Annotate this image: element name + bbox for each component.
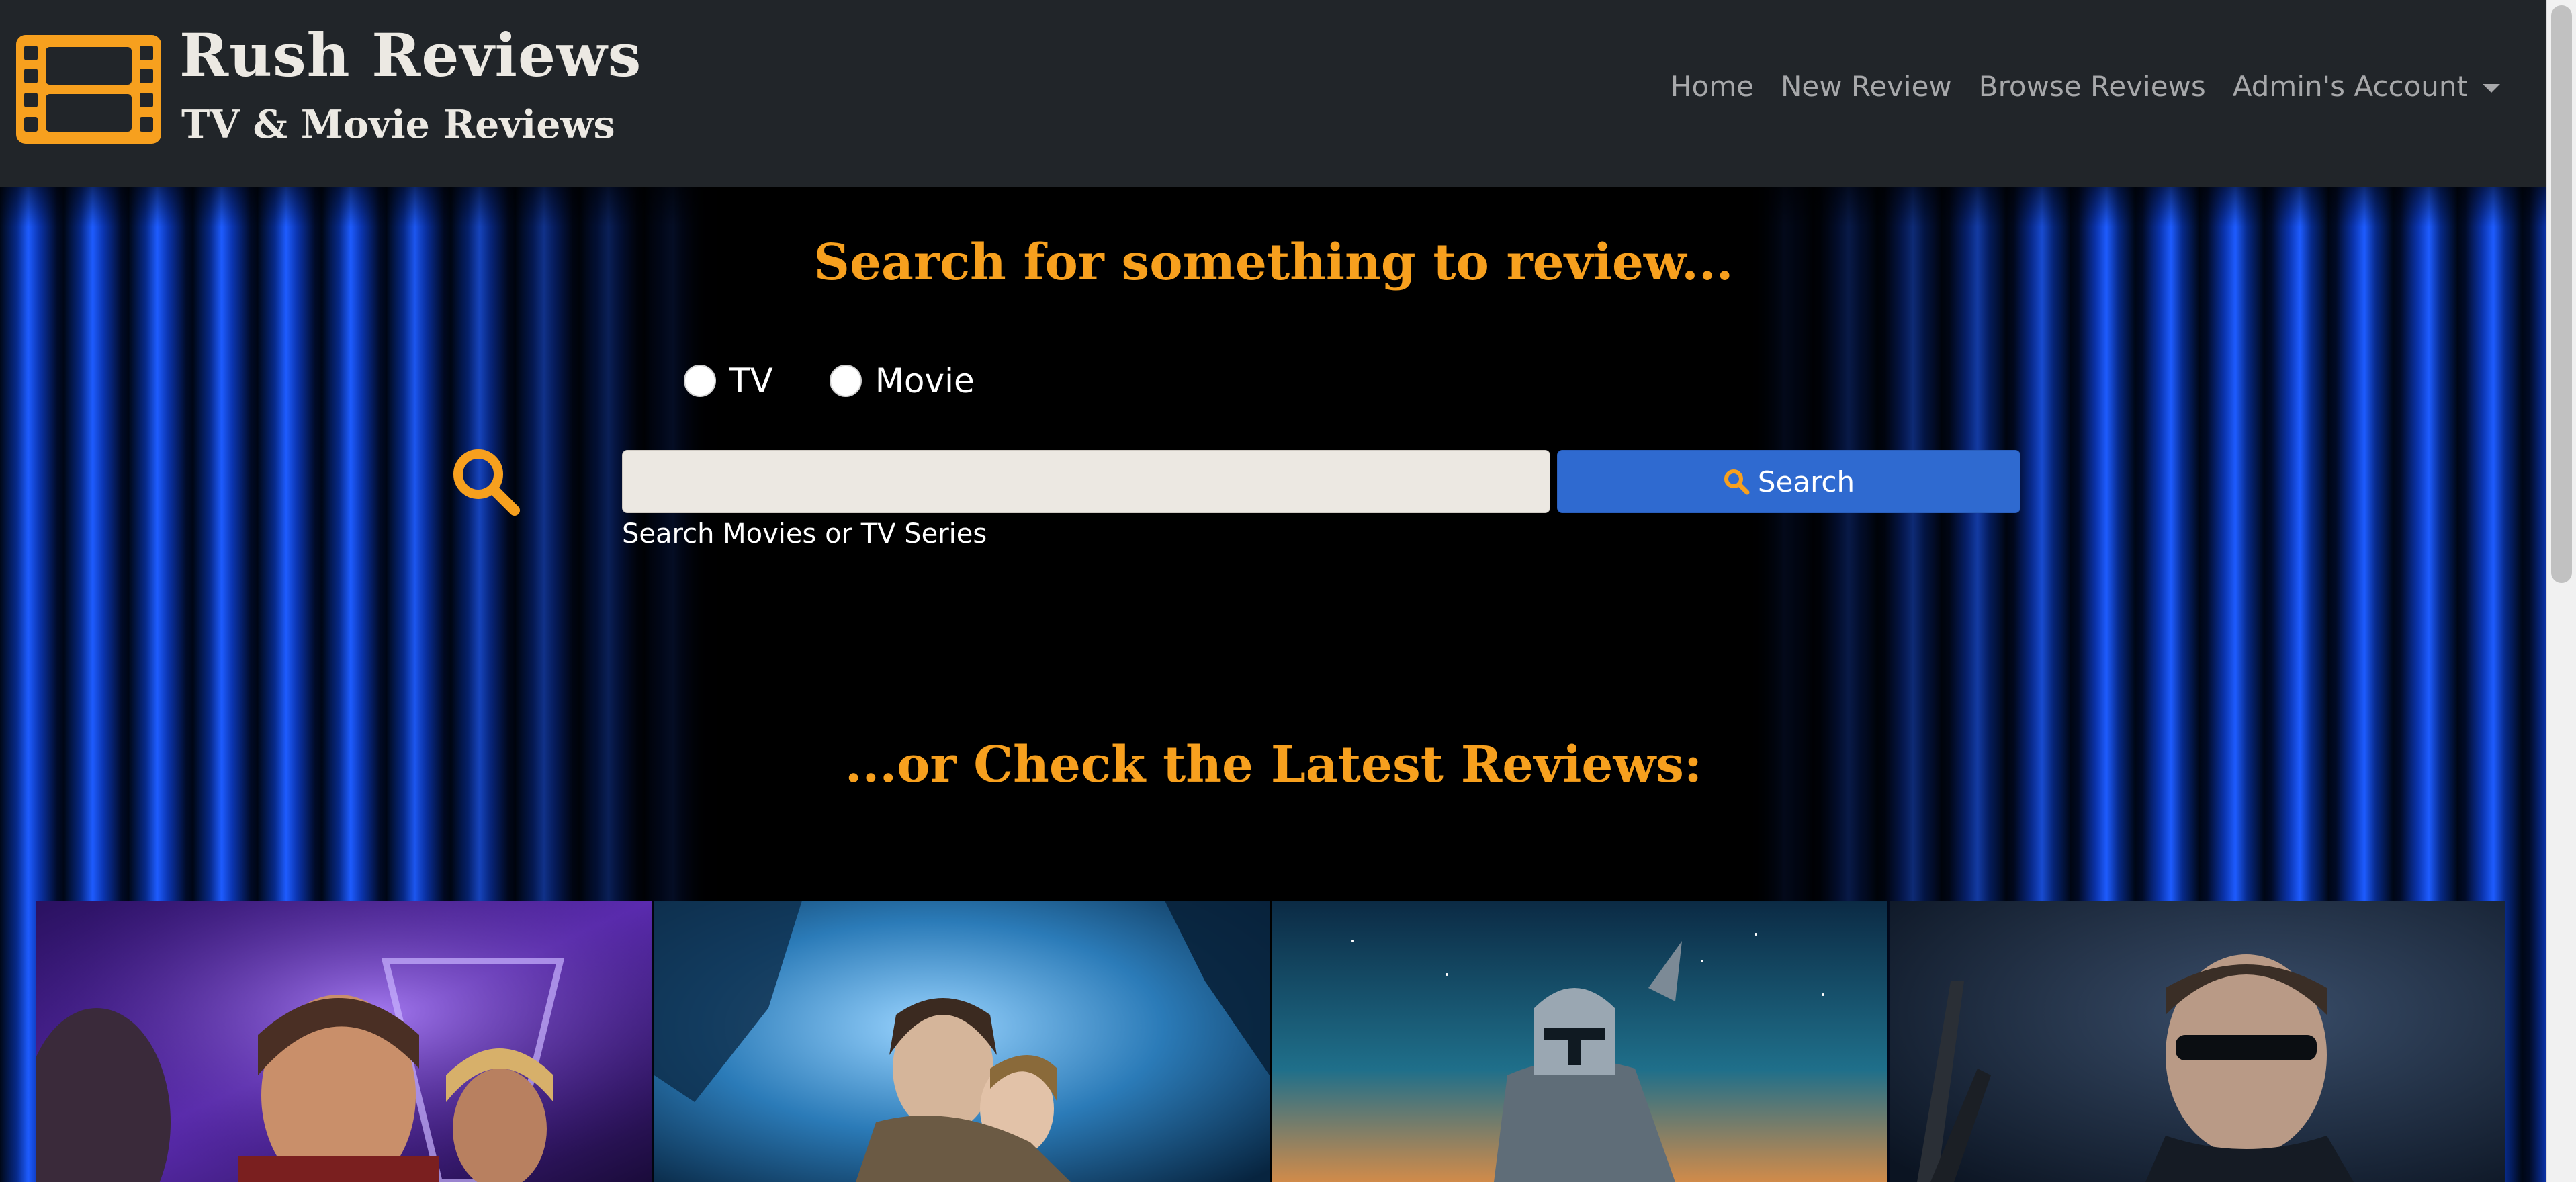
caret-down-icon (2483, 84, 2500, 93)
search-button-label: Search (1757, 465, 1855, 498)
radio-movie-label[interactable]: Movie (875, 361, 975, 400)
curtain-shadow (0, 187, 2547, 227)
radio-movie[interactable]: Movie (829, 361, 975, 400)
search-input[interactable] (622, 450, 1550, 513)
nav-new-review-link[interactable]: New Review (1767, 70, 1965, 103)
search-help-text: Search Movies or TV Series (622, 518, 987, 549)
terminator-poster (1890, 901, 2505, 1182)
navbar: Rush Reviews TV & Movie Reviews Home New… (0, 0, 2547, 187)
nav-browse-reviews-link[interactable]: Browse Reviews (1965, 70, 2219, 103)
radio-tv-label[interactable]: TV (729, 361, 773, 400)
mandalorian-poster (1272, 901, 1887, 1182)
brand-title[interactable]: Rush Reviews (179, 20, 641, 90)
scrollbar-thumb[interactable] (2551, 5, 2572, 583)
radio-tv[interactable]: TV (684, 361, 773, 400)
avengers-poster-card[interactable] (36, 901, 652, 1182)
aliens-poster-card[interactable] (654, 901, 1270, 1182)
avengers-poster (36, 901, 652, 1182)
search-heading: Search for something to review... (813, 234, 1734, 291)
latest-reviews-cards (36, 901, 2505, 1182)
media-type-radio-group: TV Movie (684, 361, 1031, 400)
film-strip-icon[interactable] (16, 35, 161, 144)
aliens-poster (654, 901, 1270, 1182)
search-icon (451, 447, 521, 517)
mandalorian-poster-card[interactable] (1272, 901, 1887, 1182)
search-button[interactable]: Search (1557, 450, 2020, 513)
search-button-icon (1724, 469, 1750, 495)
radio-tv-circle[interactable] (684, 365, 716, 397)
nav-home-link[interactable]: Home (1657, 70, 1767, 103)
radio-movie-circle[interactable] (829, 365, 862, 397)
nav-account-dropdown[interactable]: Admin's Account (2219, 70, 2514, 103)
hero-section: Search for something to review... TV Mov… (0, 187, 2547, 1182)
page-scrollbar[interactable] (2546, 0, 2576, 1182)
terminator-poster-card[interactable] (1890, 901, 2505, 1182)
nav-links: Home New Review Browse Reviews Admin's A… (1657, 70, 2514, 103)
brand-subtitle: TV & Movie Reviews (181, 102, 615, 147)
nav-account-label: Admin's Account (2232, 70, 2468, 103)
latest-reviews-heading: ...or Check the Latest Reviews: (844, 736, 1703, 794)
